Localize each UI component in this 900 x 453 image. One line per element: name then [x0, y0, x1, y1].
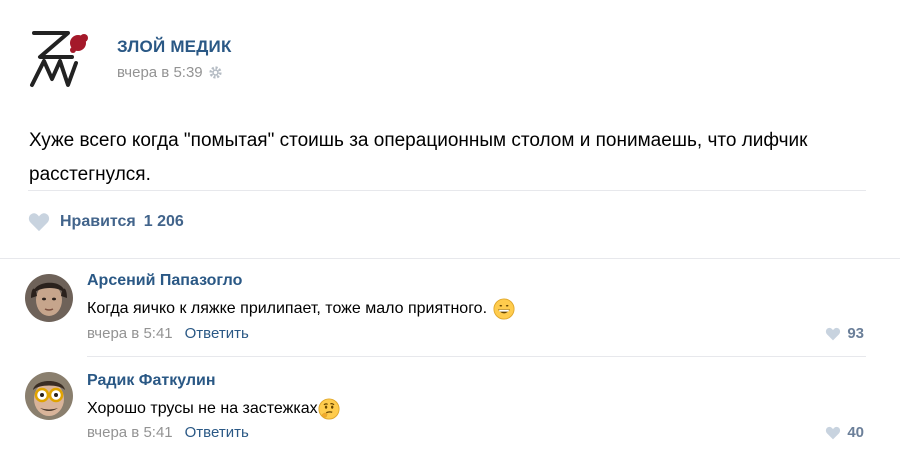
thinking-face-icon [318, 398, 340, 420]
like-label: Нравится [60, 213, 136, 230]
comment-timestamp[interactable]: вчера в 5:41 [87, 325, 173, 342]
group-name[interactable]: ЗЛОЙ МЕДИК [117, 37, 232, 57]
comment-author[interactable]: Арсений Папазогло [87, 272, 242, 290]
post-divider [28, 190, 866, 191]
comment-meta: вчера в 5:41 Ответить [87, 325, 249, 342]
like-button[interactable]: Нравится 1 206 [28, 212, 184, 232]
comment-text: Хорошо трусы не на застежках [87, 400, 318, 417]
comment-meta: вчера в 5:41 Ответить [87, 424, 249, 441]
comments-divider [0, 258, 900, 259]
comment-text: Когда яичко к ляжке прилипает, тоже мало… [87, 300, 488, 317]
avatar-image [25, 274, 73, 322]
heart-icon [826, 327, 841, 340]
heart-icon [826, 426, 841, 439]
post-timestamp[interactable]: вчера в 5:39 [117, 64, 203, 81]
comment-like-button[interactable]: 40 [825, 424, 864, 441]
heart-icon [28, 213, 50, 232]
post-text: Хуже всего когда "помытая" стоишь за опе… [29, 130, 808, 185]
like-count[interactable]: 1 206 [144, 213, 184, 231]
comment-like-count: 93 [847, 325, 864, 342]
comment-like-count: 40 [847, 424, 864, 441]
comment-author[interactable]: Радик Фаткулин [87, 372, 216, 390]
comment-text-row: Хорошо трусы не на застежках [87, 398, 340, 420]
comment-divider [87, 356, 866, 357]
gear-icon[interactable] [208, 65, 223, 80]
comment-like-button[interactable]: 93 [825, 325, 864, 342]
group-logo[interactable] [28, 27, 96, 91]
comment-timestamp[interactable]: вчера в 5:41 [87, 424, 173, 441]
comment-text-row: Когда яичко к ляжке прилипает, тоже мало… [87, 298, 515, 320]
avatar[interactable] [25, 372, 73, 420]
post-meta: вчера в 5:39 [117, 64, 223, 81]
grinning-face-icon [493, 298, 515, 320]
avatar-image [25, 372, 73, 420]
logo-icon [30, 31, 88, 87]
avatar[interactable] [25, 274, 73, 322]
reply-button[interactable]: Ответить [185, 424, 249, 441]
reply-button[interactable]: Ответить [185, 325, 249, 342]
